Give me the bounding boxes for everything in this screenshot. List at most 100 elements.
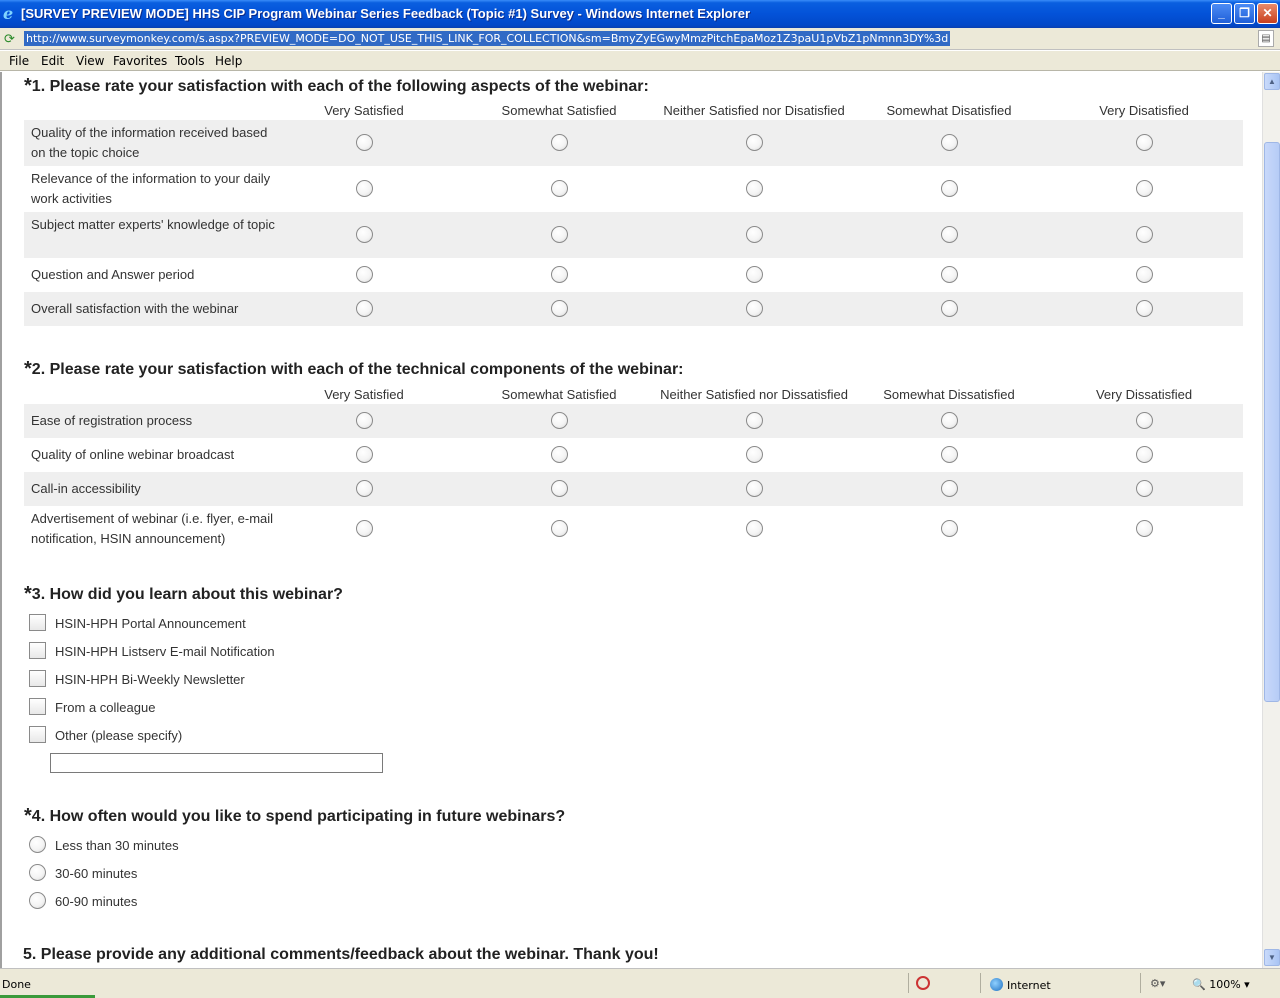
rating-radio[interactable] bbox=[746, 520, 763, 537]
q1-column-header: Neither Satisfied nor Disatisfied bbox=[663, 103, 845, 118]
rating-radio[interactable] bbox=[356, 412, 373, 429]
row-label: Overall satisfaction with the webinar bbox=[31, 301, 239, 316]
checkbox[interactable] bbox=[29, 670, 46, 687]
rating-radio[interactable] bbox=[1136, 520, 1153, 537]
row-label: Relevance of the information to your dai… bbox=[31, 171, 271, 206]
duration-radio[interactable] bbox=[29, 836, 46, 853]
rating-radio[interactable] bbox=[1136, 480, 1153, 497]
other-specify-input[interactable] bbox=[50, 753, 383, 773]
rating-radio[interactable] bbox=[746, 480, 763, 497]
checkbox-label: Other (please specify) bbox=[55, 728, 183, 743]
status-divider bbox=[908, 973, 909, 993]
rating-radio[interactable] bbox=[356, 134, 373, 151]
rating-radio[interactable] bbox=[1136, 412, 1153, 429]
rating-radio[interactable] bbox=[551, 226, 568, 243]
rating-radio[interactable] bbox=[356, 300, 373, 317]
rating-radio[interactable] bbox=[551, 300, 568, 317]
q2-column-header: Neither Satisfied nor Dissatisfied bbox=[660, 387, 848, 402]
menu-view[interactable]: View bbox=[76, 54, 104, 68]
rating-radio[interactable] bbox=[941, 520, 958, 537]
rating-radio[interactable] bbox=[356, 446, 373, 463]
row-label: Advertisement of webinar (i.e. flyer, e-… bbox=[31, 511, 274, 546]
rating-radio[interactable] bbox=[1136, 266, 1153, 283]
rating-radio[interactable] bbox=[356, 180, 373, 197]
duration-radio[interactable] bbox=[29, 892, 46, 909]
rating-radio[interactable] bbox=[941, 180, 958, 197]
minimize-button[interactable]: _ bbox=[1211, 3, 1232, 24]
required-marker: * bbox=[24, 583, 32, 605]
menu-tools[interactable]: Tools bbox=[175, 54, 205, 68]
rating-radio[interactable] bbox=[941, 446, 958, 463]
scroll-down-arrow-icon[interactable]: ▼ bbox=[1264, 949, 1280, 966]
rating-radio[interactable] bbox=[551, 446, 568, 463]
rating-radio[interactable] bbox=[746, 300, 763, 317]
question-2-title: *2. Please rate your satisfaction with e… bbox=[24, 358, 684, 380]
protected-mode-icon[interactable]: ⚙▾ bbox=[1150, 977, 1165, 990]
rating-radio[interactable] bbox=[551, 180, 568, 197]
rating-radio[interactable] bbox=[551, 266, 568, 283]
address-input[interactable]: http://www.surveymonkey.com/s.aspx?PREVI… bbox=[24, 31, 951, 46]
menu-file[interactable]: File bbox=[9, 54, 29, 68]
question-4-title: *4. How often would you like to spend pa… bbox=[24, 805, 566, 827]
zoom-level[interactable]: 🔍 100% ▾ bbox=[1192, 978, 1250, 991]
rating-radio[interactable] bbox=[356, 226, 373, 243]
scroll-thumb[interactable] bbox=[1264, 142, 1280, 702]
row-label: Subject matter experts' knowledge of top… bbox=[31, 217, 275, 232]
checkbox[interactable] bbox=[29, 698, 46, 715]
q1-column-header: Somewhat Satisfied bbox=[501, 103, 617, 118]
rating-radio[interactable] bbox=[356, 266, 373, 283]
rating-radio[interactable] bbox=[746, 412, 763, 429]
rating-radio[interactable] bbox=[746, 134, 763, 151]
menu-edit[interactable]: Edit bbox=[41, 54, 64, 68]
rating-radio[interactable] bbox=[941, 266, 958, 283]
window-title-bar[interactable]: e [SURVEY PREVIEW MODE] HHS CIP Program … bbox=[0, 0, 1280, 28]
privacy-report-icon[interactable] bbox=[916, 976, 930, 990]
close-button[interactable]: ✕ bbox=[1257, 3, 1278, 24]
rating-radio[interactable] bbox=[551, 480, 568, 497]
survey-content: *1. Please rate your satisfaction with e… bbox=[0, 72, 1262, 968]
page-refresh-icon[interactable]: ⟳ bbox=[4, 31, 20, 47]
rating-radio[interactable] bbox=[746, 226, 763, 243]
rating-radio[interactable] bbox=[1136, 300, 1153, 317]
rating-radio[interactable] bbox=[1136, 446, 1153, 463]
required-marker: * bbox=[24, 358, 32, 380]
checkbox-label: HSIN-HPH Portal Announcement bbox=[55, 616, 246, 631]
vertical-scrollbar[interactable]: ▲ ▼ bbox=[1262, 72, 1280, 968]
address-bar: ⟳ http://www.surveymonkey.com/s.aspx?PRE… bbox=[0, 28, 1280, 50]
checkbox[interactable] bbox=[29, 726, 46, 743]
page-document-icon[interactable]: ▤ bbox=[1258, 30, 1274, 47]
rating-radio[interactable] bbox=[746, 266, 763, 283]
question-5-title: 5. Please provide any additional comment… bbox=[23, 946, 659, 963]
maximize-button[interactable]: ❐ bbox=[1234, 3, 1255, 24]
scroll-up-arrow-icon[interactable]: ▲ bbox=[1264, 73, 1280, 90]
rating-radio[interactable] bbox=[1136, 134, 1153, 151]
rating-radio[interactable] bbox=[941, 412, 958, 429]
matrix-row: Ease of registration process bbox=[24, 404, 1243, 438]
checkbox[interactable] bbox=[29, 642, 46, 659]
security-zone: Internet bbox=[990, 978, 1051, 992]
rating-radio[interactable] bbox=[1136, 180, 1153, 197]
rating-radio[interactable] bbox=[551, 520, 568, 537]
question-1-title: *1. Please rate your satisfaction with e… bbox=[24, 75, 649, 97]
rating-radio[interactable] bbox=[941, 134, 958, 151]
rating-radio[interactable] bbox=[941, 480, 958, 497]
rating-radio[interactable] bbox=[941, 226, 958, 243]
rating-radio[interactable] bbox=[356, 480, 373, 497]
rating-radio[interactable] bbox=[941, 300, 958, 317]
required-marker: * bbox=[24, 805, 32, 827]
radio-label: Less than 30 minutes bbox=[55, 838, 179, 853]
rating-radio[interactable] bbox=[551, 412, 568, 429]
checkbox[interactable] bbox=[29, 614, 46, 631]
row-label: Call-in accessibility bbox=[31, 481, 141, 496]
rating-radio[interactable] bbox=[356, 520, 373, 537]
checkbox-label: From a colleague bbox=[55, 700, 156, 715]
q1-column-header: Very Satisfied bbox=[324, 103, 404, 118]
rating-radio[interactable] bbox=[551, 134, 568, 151]
menu-favorites[interactable]: Favorites bbox=[113, 54, 167, 68]
required-marker: * bbox=[24, 75, 32, 97]
duration-radio[interactable] bbox=[29, 864, 46, 881]
rating-radio[interactable] bbox=[1136, 226, 1153, 243]
rating-radio[interactable] bbox=[746, 180, 763, 197]
menu-help[interactable]: Help bbox=[215, 54, 242, 68]
rating-radio[interactable] bbox=[746, 446, 763, 463]
